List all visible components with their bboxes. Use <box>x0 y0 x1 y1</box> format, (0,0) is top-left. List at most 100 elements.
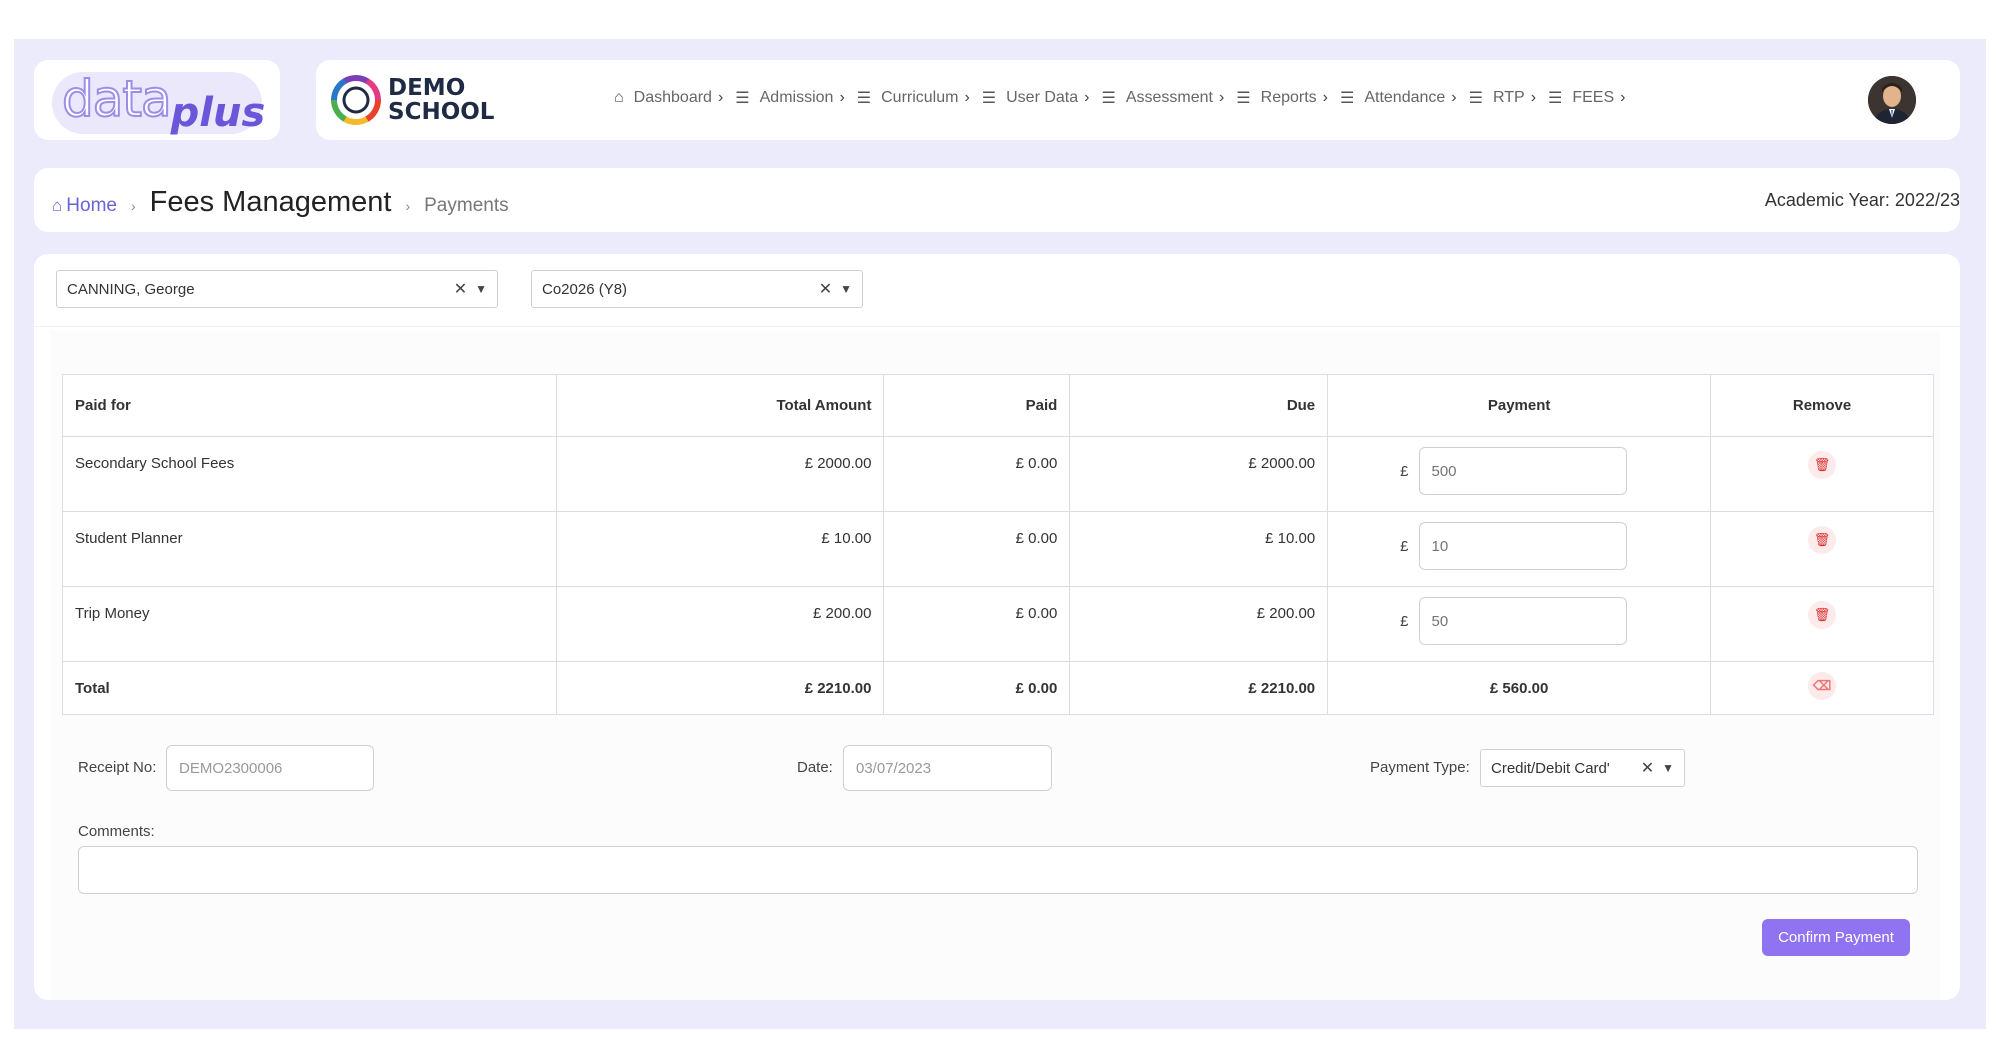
row-due: £ 200.00 <box>1069 586 1329 662</box>
breadcrumb-home-label: Home <box>66 195 117 216</box>
menu-icon: ☰ <box>1101 90 1116 107</box>
nav-label: Dashboard <box>633 89 712 106</box>
clear-icon[interactable]: ✕ <box>1641 758 1654 778</box>
total-remove-cell: ⌫ <box>1710 661 1934 715</box>
chevron-right-icon: › <box>839 89 845 106</box>
row-remove-cell: 🗑 <box>1710 586 1934 662</box>
menu-icon: ☰ <box>735 90 750 107</box>
logo-text: dataplus <box>61 69 265 136</box>
table-row: Trip Money £ 200.00 £ 0.00 £ 200.00 £ 🗑 <box>62 586 1934 662</box>
payment-type-label: Payment Type: <box>1370 759 1470 776</box>
nav-label: Assessment <box>1125 89 1213 106</box>
total-amount: £ 2210.00 <box>555 661 885 715</box>
menu-icon: ☰ <box>981 90 997 107</box>
chevron-right-icon: › <box>1084 89 1090 106</box>
nav-curriculum[interactable]: ☰ Curriculum › <box>857 88 970 108</box>
user-avatar[interactable] <box>1868 76 1916 124</box>
total-paid: £ 0.00 <box>883 661 1071 715</box>
eraser-icon[interactable]: ⌫ <box>1808 672 1837 700</box>
payment-input[interactable] <box>1418 597 1627 645</box>
currency-symbol: £ <box>1400 612 1409 630</box>
nav-label: Curriculum <box>881 89 959 106</box>
nav-admission[interactable]: ☰ Admission › <box>735 88 844 108</box>
row-name: Trip Money <box>62 586 557 662</box>
row-remove-cell: 🗑 <box>1710 511 1934 587</box>
row-total: £ 200.00 <box>555 586 885 662</box>
logo-part-plus: plus <box>170 90 266 136</box>
row-remove-cell: 🗑 <box>1710 436 1934 512</box>
total-due: £ 2210.00 <box>1069 661 1329 715</box>
nav-label: Reports <box>1260 89 1317 106</box>
nav-attendance[interactable]: ☰ Attendance › <box>1340 88 1457 108</box>
nav-rtp[interactable]: ☰ RTP › <box>1469 88 1536 108</box>
page-title: Fees Management <box>149 186 392 218</box>
row-payment-cell: £ <box>1327 586 1712 662</box>
row-due: £ 2000.00 <box>1069 436 1329 512</box>
payment-input[interactable] <box>1418 447 1627 495</box>
class-select-value: Co2026 (Y8) <box>542 280 628 298</box>
trash-icon[interactable]: 🗑 <box>1808 526 1837 554</box>
table-row: Student Planner £ 10.00 £ 0.00 £ 10.00 £… <box>62 511 1934 587</box>
menu-icon: ☰ <box>1340 90 1355 107</box>
student-select[interactable]: CANNING, George ✕ ▼ <box>56 270 498 308</box>
clear-icon[interactable]: ✕ <box>819 279 832 299</box>
trash-icon[interactable]: 🗑 <box>1808 601 1837 629</box>
trash-icon[interactable]: 🗑 <box>1808 451 1837 479</box>
col-header-paid: Paid <box>883 374 1071 437</box>
menu-icon: ☰ <box>856 90 872 107</box>
chevron-right-icon: › <box>717 89 724 106</box>
school-name-line1: DEMO <box>388 75 466 101</box>
comments-textarea[interactable] <box>78 846 1918 894</box>
date-label: Date: <box>797 759 833 776</box>
receipt-number-input[interactable] <box>166 745 374 791</box>
col-header-total: Total Amount <box>555 374 885 437</box>
payment-input[interactable] <box>1418 522 1627 570</box>
total-label: Total <box>62 661 557 715</box>
chevron-down-icon[interactable]: ▼ <box>840 282 852 296</box>
nav-reports[interactable]: ☰ Reports › <box>1236 88 1328 108</box>
breadcrumb-home[interactable]: ⌂ Home <box>52 195 117 217</box>
payment-type-value: Credit/Debit Card' <box>1491 759 1610 777</box>
row-paid: £ 0.00 <box>883 436 1071 512</box>
table-row: Secondary School Fees £ 2000.00 £ 0.00 £… <box>62 436 1934 512</box>
academic-year: Academic Year: 2022/23 <box>1764 190 1960 210</box>
app-logo[interactable]: dataplus <box>34 60 280 140</box>
row-payment-cell: £ <box>1327 436 1712 512</box>
nav-user-data[interactable]: ☰ User Data › <box>982 88 1090 108</box>
chevron-right-icon: › <box>1322 89 1328 106</box>
chevron-right-icon: › <box>1620 89 1626 106</box>
currency-symbol: £ <box>1400 537 1409 555</box>
school-name-line2: SCHOOL <box>388 99 495 125</box>
chevron-right-icon: › <box>1218 89 1225 106</box>
clear-icon[interactable]: ✕ <box>454 279 467 299</box>
student-select-value: CANNING, George <box>67 280 195 298</box>
breadcrumb: ⌂ Home › Fees Management › Payments <box>52 186 509 219</box>
row-due: £ 10.00 <box>1069 511 1329 587</box>
confirm-payment-button[interactable]: Confirm Payment <box>1762 919 1910 956</box>
payment-type-select[interactable]: Credit/Debit Card' ✕ ▼ <box>1480 749 1685 787</box>
nav-fees[interactable]: ☰ FEES › <box>1548 88 1625 108</box>
row-payment-cell: £ <box>1327 511 1712 587</box>
col-header-payment: Payment <box>1327 374 1712 437</box>
date-input[interactable] <box>843 745 1052 791</box>
chevron-right-icon: › <box>1451 89 1457 106</box>
school-name: DEMO SCHOOL <box>388 76 494 124</box>
home-icon: ⌂ <box>614 89 624 106</box>
row-total: £ 10.00 <box>555 511 885 587</box>
nav-label: FEES <box>1572 89 1615 106</box>
nav-dashboard[interactable]: ⌂ Dashboard › <box>614 89 723 107</box>
col-header-due: Due <box>1069 374 1329 437</box>
menu-icon: ☰ <box>1468 90 1483 107</box>
nav-label: Admission <box>759 89 834 106</box>
row-paid: £ 0.00 <box>883 511 1071 587</box>
main-nav: ⌂ Dashboard › ☰ Admission › ☰ Curriculum… <box>614 88 1637 108</box>
chevron-right-icon: › <box>964 89 970 106</box>
col-header-remove: Remove <box>1710 374 1934 437</box>
nav-assessment[interactable]: ☰ Assessment › <box>1101 88 1224 108</box>
chevron-down-icon[interactable]: ▼ <box>1662 761 1674 775</box>
receipt-label: Receipt No: <box>78 759 157 776</box>
chevron-down-icon[interactable]: ▼ <box>475 282 487 296</box>
row-name: Student Planner <box>62 511 557 587</box>
breadcrumb-current: Payments <box>424 195 509 216</box>
class-select[interactable]: Co2026 (Y8) ✕ ▼ <box>531 270 863 308</box>
